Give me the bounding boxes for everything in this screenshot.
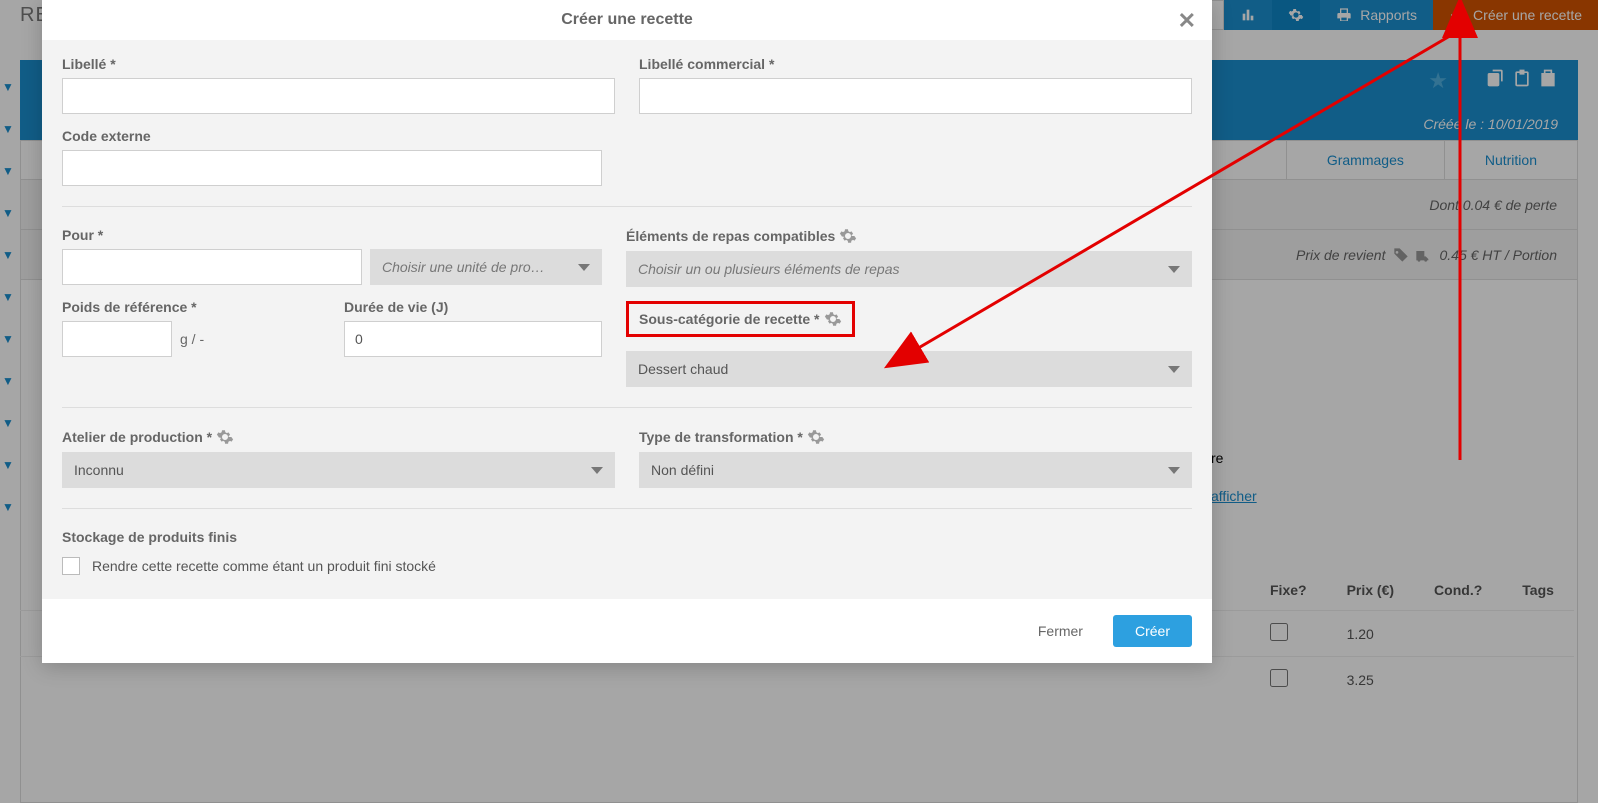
caret-icon[interactable]: ▼ xyxy=(0,500,14,514)
truck-icon xyxy=(1415,247,1431,263)
sous-categorie-select[interactable]: Dessert chaud xyxy=(626,351,1192,387)
revient-label: Prix de revient xyxy=(1296,247,1385,263)
creer-recette-label: Créer une recette xyxy=(1473,7,1582,23)
libelle-commercial-input[interactable] xyxy=(639,78,1192,114)
atelier-text: Atelier de production * xyxy=(62,429,212,445)
caret-icon[interactable]: ▼ xyxy=(0,206,14,220)
col-fixe: Fixe? xyxy=(1250,570,1327,611)
sous-categorie-value: Dessert chaud xyxy=(638,361,728,377)
perte-text: Dont 0.04 € de perte xyxy=(1429,197,1557,213)
table-row: 3.25 xyxy=(20,657,1574,703)
caret-icon[interactable]: ▼ xyxy=(0,332,14,346)
prix-cell: 3.25 xyxy=(1327,657,1414,703)
revient-value: 0.45 € HT / Portion xyxy=(1439,247,1557,263)
chevron-down-icon xyxy=(1168,467,1180,474)
atelier-select[interactable]: Inconnu xyxy=(62,452,615,488)
col-tags: Tags xyxy=(1502,570,1574,611)
fixe-checkbox[interactable] xyxy=(1270,623,1288,641)
settings-button[interactable] xyxy=(1272,0,1320,30)
elements-compat-select[interactable]: Choisir un ou plusieurs éléments de repa… xyxy=(626,251,1192,287)
rapports-button[interactable]: Rapports xyxy=(1320,0,1433,30)
elements-compat-text: Éléments de repas compatibles xyxy=(626,228,835,244)
elements-compat-placeholder: Choisir un ou plusieurs éléments de repa… xyxy=(638,261,899,277)
unite-production-placeholder: Choisir une unité de pro… xyxy=(382,259,545,275)
caret-icon[interactable]: ▼ xyxy=(0,248,14,262)
gear-icon[interactable] xyxy=(839,227,857,245)
libelle-input[interactable] xyxy=(62,78,615,114)
caret-icon[interactable]: ▼ xyxy=(0,290,14,304)
close-button[interactable]: Fermer xyxy=(1020,615,1101,647)
sous-categorie-highlight: Sous-catégorie de recette * xyxy=(626,301,855,337)
left-caret-column: ▼ ▼ ▼ ▼ ▼ ▼ ▼ ▼ ▼ ▼ ▼ xyxy=(0,80,14,514)
chevron-down-icon xyxy=(591,467,603,474)
paste-icon[interactable] xyxy=(1538,68,1558,88)
printer-icon xyxy=(1336,7,1352,23)
transfo-label: Type de transformation * xyxy=(639,428,1192,446)
star-icon[interactable]: ★ xyxy=(1428,68,1448,94)
duree-label: Durée de vie (J) xyxy=(344,299,602,315)
caret-icon[interactable]: ▼ xyxy=(0,374,14,388)
unite-production-select[interactable]: Choisir une unité de pro… xyxy=(370,249,602,285)
sous-categorie-label: Sous-catégorie de recette * xyxy=(639,310,842,328)
caret-icon[interactable]: ▼ xyxy=(0,458,14,472)
code-externe-label: Code externe xyxy=(62,128,602,144)
transfo-value: Non défini xyxy=(651,462,714,478)
modal-title: Créer une recette xyxy=(561,11,693,29)
create-button[interactable]: Créer xyxy=(1113,615,1192,647)
pour-input[interactable] xyxy=(62,249,362,285)
stockage-checkbox-label: Rendre cette recette comme étant un prod… xyxy=(92,558,436,574)
poids-unit: g / - xyxy=(180,331,204,347)
tag-icon xyxy=(1393,247,1409,263)
plus-icon xyxy=(1449,7,1465,23)
elements-compat-label: Éléments de repas compatibles xyxy=(626,227,1192,245)
caret-icon[interactable]: ▼ xyxy=(0,416,14,430)
re-fragment: re xyxy=(1211,450,1223,466)
transfo-text: Type de transformation * xyxy=(639,429,803,445)
chevron-down-icon xyxy=(1168,266,1180,273)
duree-input[interactable] xyxy=(344,321,602,357)
stockage-section-label: Stockage de produits finis xyxy=(62,529,1192,545)
chevron-down-icon xyxy=(1168,366,1180,373)
clipboard-icon[interactable] xyxy=(1512,68,1532,88)
tab-grammages[interactable]: Grammages xyxy=(1286,141,1444,179)
libelle-commercial-label: Libellé commercial * xyxy=(639,56,1192,72)
copy-icon[interactable] xyxy=(1486,68,1506,88)
sous-categorie-text: Sous-catégorie de recette * xyxy=(639,311,820,327)
modal-footer: Fermer Créer xyxy=(42,599,1212,663)
caret-icon[interactable]: ▼ xyxy=(0,122,14,136)
rapports-label: Rapports xyxy=(1360,7,1417,23)
creer-recette-button[interactable]: Créer une recette xyxy=(1433,0,1598,30)
gear-icon[interactable] xyxy=(216,428,234,446)
col-cond: Cond.? xyxy=(1414,570,1502,611)
pour-label: Pour * xyxy=(62,227,602,243)
chevron-down-icon xyxy=(578,264,590,271)
chart-button[interactable] xyxy=(1224,0,1272,30)
atelier-label: Atelier de production * xyxy=(62,428,615,446)
created-date: Créée le : 10/01/2019 xyxy=(1423,116,1558,132)
afficher-link[interactable]: afficher xyxy=(1211,488,1257,504)
close-icon[interactable]: ✕ xyxy=(1178,8,1196,34)
col-prix: Prix (€) xyxy=(1327,570,1414,611)
gear-icon[interactable] xyxy=(824,310,842,328)
stockage-checkbox[interactable] xyxy=(62,557,80,575)
code-externe-input[interactable] xyxy=(62,150,602,186)
tab-nutrition[interactable]: Nutrition xyxy=(1444,141,1577,179)
create-recipe-modal: Créer une recette ✕ Libellé * Libellé co… xyxy=(42,0,1212,663)
gear-icon xyxy=(1288,7,1304,23)
gear-icon[interactable] xyxy=(807,428,825,446)
transfo-select[interactable]: Non défini xyxy=(639,452,1192,488)
bar-chart-icon xyxy=(1240,7,1256,23)
prix-cell: 1.20 xyxy=(1327,611,1414,657)
fixe-checkbox[interactable] xyxy=(1270,669,1288,687)
libelle-label: Libellé * xyxy=(62,56,615,72)
atelier-value: Inconnu xyxy=(74,462,124,478)
caret-icon[interactable]: ▼ xyxy=(0,80,14,94)
caret-icon[interactable]: ▼ xyxy=(0,164,14,178)
poids-input[interactable] xyxy=(62,321,172,357)
poids-label: Poids de référence * xyxy=(62,299,320,315)
modal-header: Créer une recette ✕ xyxy=(42,0,1212,40)
